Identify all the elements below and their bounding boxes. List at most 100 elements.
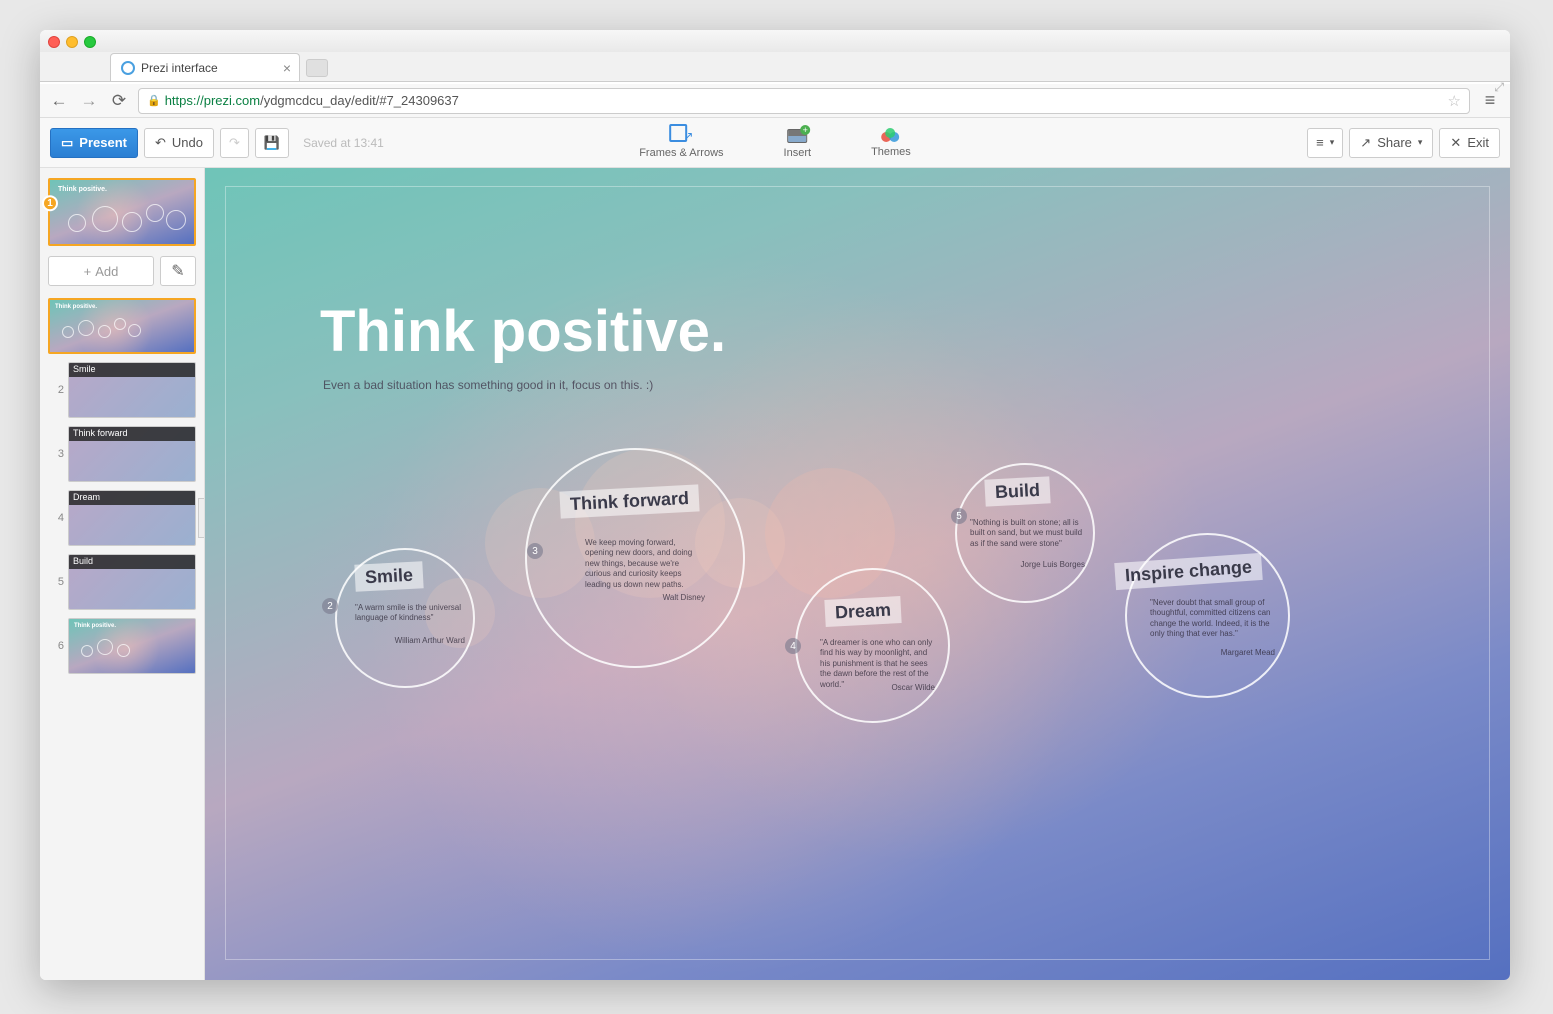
bubble-author: Margaret Mead	[1150, 648, 1275, 657]
bubble-label-dream[interactable]: Dream	[824, 596, 901, 627]
step-thumbnail[interactable]: Think positive.	[48, 298, 196, 354]
sidebar-collapse-handle[interactable]: ⟨	[198, 498, 205, 538]
present-button[interactable]: ▭ Present	[50, 128, 138, 158]
reload-button[interactable]: ⟳	[108, 91, 130, 111]
tab-close-icon[interactable]: ×	[283, 60, 291, 76]
content: Think positive. +Add ✎ 1 Think positive.	[40, 168, 1510, 980]
toolbar-right: ≡▾ ↗ Share ▾ ✕ Exit	[1307, 128, 1500, 158]
undo-icon: ↶	[155, 135, 166, 151]
tab-title: Prezi interface	[141, 61, 218, 75]
step-thumbnail[interactable]: Smile	[68, 362, 196, 418]
themes-button[interactable]: Themes	[871, 128, 911, 158]
bubble-author: Walt Disney	[585, 593, 705, 602]
settings-button[interactable]: ≡▾	[1307, 128, 1343, 158]
add-label: Add	[95, 264, 118, 279]
step-label: Smile	[69, 363, 195, 377]
bubble-number: 4	[785, 638, 801, 654]
url-path: /ydgmcdcu_day/edit/#7_24309637	[260, 93, 459, 108]
step-thumbnail[interactable]: Think forward	[68, 426, 196, 482]
step-badge: 1	[42, 195, 58, 211]
save-button[interactable]: 💾	[255, 128, 289, 158]
close-icon: ✕	[1450, 135, 1461, 151]
undo-label: Undo	[172, 135, 203, 150]
new-tab-button[interactable]	[306, 59, 328, 77]
bubble-number: 3	[527, 543, 543, 559]
step-number: 5	[48, 576, 64, 588]
url-scheme: https://	[165, 93, 204, 108]
overview-title: Think positive.	[58, 186, 107, 193]
canvas-wrap[interactable]: Think positive. Even a bad situation has…	[205, 168, 1510, 980]
window-close-icon[interactable]	[48, 36, 60, 48]
insert-label: Insert	[784, 147, 812, 159]
step-item-5[interactable]: 5 Build	[48, 554, 196, 610]
bubble-label-build[interactable]: Build	[984, 476, 1050, 506]
forward-button[interactable]: →	[78, 91, 100, 111]
chevron-down-icon: ▾	[1330, 137, 1335, 148]
share-icon: ↗	[1360, 135, 1371, 151]
bubble-quote: We keep moving forward, opening new door…	[585, 538, 705, 590]
plus-icon: +	[84, 264, 92, 279]
bubble-author: Oscar Wilde	[820, 683, 935, 692]
back-button[interactable]: ←	[48, 91, 70, 111]
themes-icon	[881, 128, 901, 144]
app-toolbar: ▭ Present ↶ Undo ↷ 💾 Saved at 13:41 ↗ Fr…	[40, 118, 1510, 168]
bubble-quote: "Nothing is built on stone; all is built…	[970, 518, 1085, 549]
window-minimize-icon[interactable]	[66, 36, 78, 48]
pencil-icon: ✎	[171, 261, 184, 281]
save-status: Saved at 13:41	[303, 136, 384, 150]
browser-window: Prezi interface × ⤢ ← → ⟳ 🔒 https://prez…	[40, 30, 1510, 980]
maximize-icon[interactable]: ⤢	[1494, 80, 1504, 95]
overview-thumbnail[interactable]: Think positive.	[48, 178, 196, 246]
titlebar	[40, 30, 1510, 54]
insert-icon	[787, 127, 807, 145]
url-field[interactable]: 🔒 https://prezi.com/ydgmcdcu_day/edit/#7…	[138, 88, 1470, 114]
exit-button[interactable]: ✕ Exit	[1439, 128, 1500, 158]
step-item-4[interactable]: 4 Dream	[48, 490, 196, 546]
share-button[interactable]: ↗ Share ▾	[1349, 128, 1433, 158]
bubble-author: Jorge Luis Borges	[970, 560, 1085, 569]
bubble-number: 2	[322, 598, 338, 614]
step-item-6[interactable]: 6 Think positive.	[48, 618, 196, 674]
browser-tab[interactable]: Prezi interface ×	[110, 53, 300, 81]
step-label: Build	[69, 555, 195, 569]
add-row: +Add ✎	[48, 256, 196, 286]
bubble-label-smile[interactable]: Smile	[354, 561, 423, 592]
frames-arrows-button[interactable]: ↗ Frames & Arrows	[639, 127, 723, 159]
window-zoom-icon[interactable]	[84, 36, 96, 48]
toolbar-center: ↗ Frames & Arrows Insert Themes	[639, 127, 911, 159]
address-bar: ← → ⟳ 🔒 https://prezi.com/ydgmcdcu_day/e…	[40, 84, 1510, 118]
tabstrip: Prezi interface × ⤢	[40, 52, 1510, 82]
undo-button[interactable]: ↶ Undo	[144, 128, 214, 158]
subtitle[interactable]: Even a bad situation has something good …	[323, 378, 653, 392]
step-item-1[interactable]: 1 Think positive.	[48, 298, 196, 354]
add-step-button[interactable]: +Add	[48, 256, 154, 286]
bubble-author: William Arthur Ward	[355, 636, 465, 645]
prezi-app: ▭ Present ↶ Undo ↷ 💾 Saved at 13:41 ↗ Fr…	[40, 118, 1510, 980]
chevron-down-icon: ▾	[1418, 137, 1423, 148]
step-item-2[interactable]: 2 Smile	[48, 362, 196, 418]
step-number: 4	[48, 512, 64, 524]
url-host: prezi.com	[204, 93, 260, 108]
canvas[interactable]: Think positive. Even a bad situation has…	[205, 168, 1510, 980]
step-number: 6	[48, 640, 64, 652]
main-title[interactable]: Think positive.	[320, 298, 726, 365]
exit-label: Exit	[1467, 135, 1489, 150]
step-item-3[interactable]: 3 Think forward	[48, 426, 196, 482]
share-label: Share	[1377, 135, 1412, 150]
sidebar: Think positive. +Add ✎ 1 Think positive.	[40, 168, 205, 980]
redo-button[interactable]: ↷	[220, 128, 249, 158]
present-label: Present	[79, 135, 127, 150]
step-thumbnail[interactable]: Build	[68, 554, 196, 610]
step-thumbnail[interactable]: Dream	[68, 490, 196, 546]
save-icon: 💾	[264, 135, 280, 151]
bubble-quote: "Never doubt that small group of thought…	[1150, 598, 1275, 640]
step-thumbnail[interactable]: Think positive.	[68, 618, 196, 674]
present-icon: ▭	[61, 135, 73, 151]
edit-path-button[interactable]: ✎	[160, 256, 196, 286]
redo-icon: ↷	[229, 135, 240, 151]
bubble-number: 5	[951, 508, 967, 524]
step-label: Dream	[69, 491, 195, 505]
bookmark-star-icon[interactable]: ☆	[1448, 92, 1461, 110]
frames-label: Frames & Arrows	[639, 147, 723, 159]
insert-button[interactable]: Insert	[784, 127, 812, 159]
